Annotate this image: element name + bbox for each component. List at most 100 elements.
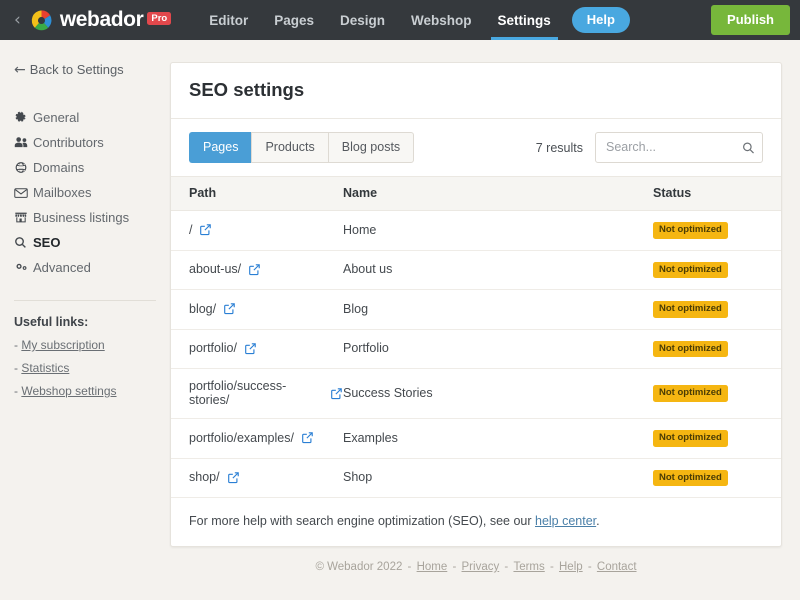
cell-path: portfolio/examples/	[171, 419, 343, 459]
path-text: /	[189, 223, 192, 237]
sidebar-item-business-listings[interactable]: Business listings	[14, 205, 170, 230]
tab-pages[interactable]: Pages	[189, 132, 251, 163]
nav-item-design[interactable]: Design	[327, 0, 398, 40]
useful-link-webshop-settings[interactable]: - Webshop settings	[14, 384, 170, 398]
table-row: about-us/About usNot optimized	[171, 250, 781, 290]
nav-item-webshop[interactable]: Webshop	[398, 0, 485, 40]
tab-products[interactable]: Products	[251, 132, 327, 163]
table-row: / HomeNot optimized	[171, 211, 781, 251]
column-header-status: Status	[653, 177, 781, 211]
search-box	[595, 132, 763, 163]
cell-path: blog/	[171, 290, 343, 330]
footer-link-help[interactable]: Help	[559, 561, 583, 573]
status-badge: Not optimized	[653, 262, 728, 279]
card-toolbar: Pages Products Blog posts 7 results	[171, 119, 781, 176]
globe-icon	[14, 161, 33, 174]
cell-name: Home	[343, 211, 653, 251]
footer-separator: -	[402, 561, 416, 573]
external-link-icon[interactable]	[248, 263, 261, 276]
external-link-icon[interactable]	[301, 431, 314, 444]
sidebar-item-seo[interactable]: SEO	[14, 230, 170, 255]
cell-status: Not optimized	[653, 458, 781, 498]
gear-icon	[14, 111, 33, 124]
footer-link-terms[interactable]: Terms	[513, 561, 544, 573]
cell-path: portfolio/success-stories/	[171, 369, 343, 419]
status-badge: Not optimized	[653, 222, 728, 239]
cell-name: About us	[343, 250, 653, 290]
cell-name: Portfolio	[343, 329, 653, 369]
cell-path: /	[171, 211, 343, 251]
external-link-icon[interactable]	[199, 223, 212, 236]
footer-link-home[interactable]: Home	[417, 561, 448, 573]
cell-status: Not optimized	[653, 419, 781, 459]
table-header: Path Name Status	[171, 177, 781, 211]
status-badge: Not optimized	[653, 470, 728, 487]
storefront-icon	[14, 211, 33, 224]
help-note-prefix: For more help with search engine optimiz…	[189, 514, 535, 528]
external-link-icon[interactable]	[330, 387, 343, 400]
footer-link-privacy[interactable]: Privacy	[462, 561, 500, 573]
help-center-link[interactable]: help center	[535, 514, 596, 528]
path-text: about-us/	[189, 262, 241, 276]
cell-name: Success Stories	[343, 369, 653, 419]
search-icon	[14, 236, 33, 249]
useful-link-my-subscription[interactable]: - My subscription	[14, 338, 170, 352]
table-row: portfolio/PortfolioNot optimized	[171, 329, 781, 369]
help-note: For more help with search engine optimiz…	[171, 498, 781, 546]
useful-link-label: Webshop settings	[21, 384, 116, 398]
webador-logo-icon	[30, 9, 53, 32]
brand-logo[interactable]: webador Pro	[30, 8, 171, 32]
footer-separator: -	[499, 561, 513, 573]
table-body: /HomeNot optimizedabout-us/About usNot o…	[171, 211, 781, 498]
nav-item-pages[interactable]: Pages	[261, 0, 327, 40]
table-header-row: Path Name Status	[171, 177, 781, 211]
card-header: SEO settings	[171, 63, 781, 119]
external-link-icon[interactable]	[223, 302, 236, 315]
path-text: portfolio/success-stories/	[189, 379, 323, 407]
column-header-name: Name	[343, 177, 653, 211]
help-note-suffix: .	[596, 514, 599, 528]
search-input[interactable]	[595, 132, 763, 163]
brand-name: webador	[60, 8, 144, 32]
sidebar-item-domains[interactable]: Domains	[14, 155, 170, 180]
cell-status: Not optimized	[653, 211, 781, 251]
publish-button[interactable]: Publish	[711, 5, 790, 35]
nav-item-settings[interactable]: Settings	[485, 0, 564, 40]
external-link-icon[interactable]	[227, 471, 240, 484]
useful-link-label: Statistics	[21, 361, 69, 375]
search-icon[interactable]	[742, 141, 755, 154]
cell-name: Examples	[343, 419, 653, 459]
cell-status: Not optimized	[653, 290, 781, 330]
sidebar-item-label: Advanced	[33, 260, 91, 275]
main-content: SEO settings Pages Products Blog posts 7…	[170, 40, 800, 600]
nav-item-editor[interactable]: Editor	[196, 0, 261, 40]
sidebar-item-label: General	[33, 110, 79, 125]
seo-settings-card: SEO settings Pages Products Blog posts 7…	[170, 62, 782, 547]
page-body: ← Back to Settings General Contributors …	[0, 40, 800, 600]
sidebar-item-advanced[interactable]: Advanced	[14, 255, 170, 280]
sidebar-item-label: Mailboxes	[33, 185, 92, 200]
footer-link-contact[interactable]: Contact	[597, 561, 637, 573]
path-text: portfolio/examples/	[189, 431, 294, 445]
back-chevron-icon[interactable]: ‹	[14, 12, 21, 29]
help-button[interactable]: Help	[572, 7, 630, 33]
sidebar-item-contributors[interactable]: Contributors	[14, 130, 170, 155]
gears-icon	[14, 261, 33, 274]
sidebar-item-label: SEO	[33, 235, 60, 250]
sidebar-divider	[14, 300, 156, 301]
useful-link-statistics[interactable]: - Statistics	[14, 361, 170, 375]
back-to-settings-link[interactable]: ← Back to Settings	[14, 62, 170, 77]
table-row: portfolio/success-stories/Success Storie…	[171, 369, 781, 419]
useful-links-title: Useful links:	[14, 315, 170, 329]
sidebar-item-label: Domains	[33, 160, 84, 175]
seo-pages-table: Path Name Status /HomeNot optimizedabout…	[171, 176, 781, 498]
sidebar-item-mailboxes[interactable]: Mailboxes	[14, 180, 170, 205]
cell-status: Not optimized	[653, 250, 781, 290]
external-link-icon[interactable]	[244, 342, 257, 355]
back-arrow-icon: ←	[14, 63, 26, 77]
tab-blog-posts[interactable]: Blog posts	[328, 132, 414, 163]
cell-path: shop/	[171, 458, 343, 498]
footer-separator: -	[545, 561, 559, 573]
page-title: SEO settings	[189, 79, 763, 101]
sidebar-item-general[interactable]: General	[14, 105, 170, 130]
